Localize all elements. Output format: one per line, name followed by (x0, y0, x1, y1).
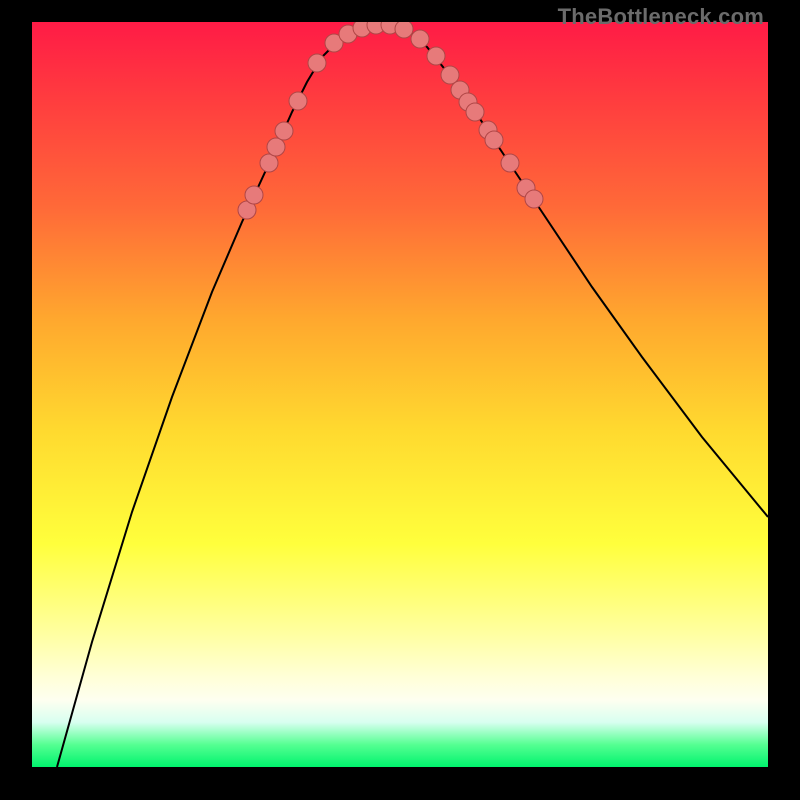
watermark-text: TheBottleneck.com (558, 4, 764, 30)
data-bead (260, 154, 278, 172)
bottleneck-curve (57, 25, 768, 767)
data-beads-group (238, 22, 543, 219)
data-bead (275, 122, 293, 140)
data-bead (411, 30, 429, 48)
data-bead (308, 54, 326, 72)
data-bead (427, 47, 445, 65)
chart-frame (32, 22, 768, 767)
data-bead (501, 154, 519, 172)
data-bead (525, 190, 543, 208)
data-bead (245, 186, 263, 204)
data-bead (485, 131, 503, 149)
data-bead (289, 92, 307, 110)
data-bead (267, 138, 285, 156)
chart-svg (32, 22, 768, 767)
data-bead (395, 22, 413, 38)
data-bead (466, 103, 484, 121)
